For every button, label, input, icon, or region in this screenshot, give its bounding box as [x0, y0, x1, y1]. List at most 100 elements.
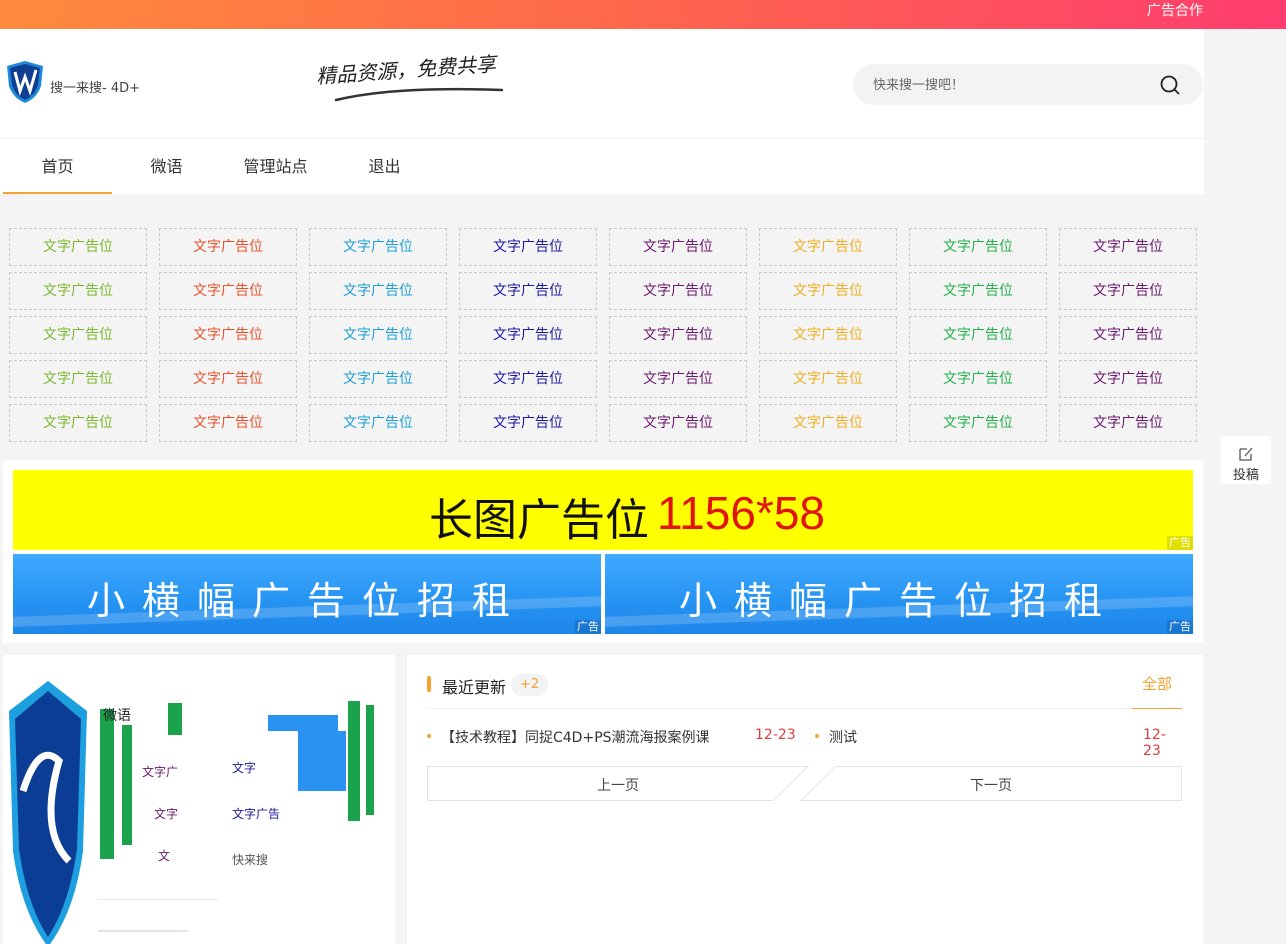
- submit-post-button[interactable]: 投稿: [1221, 436, 1271, 484]
- next-page-button[interactable]: 下一页: [800, 766, 1182, 801]
- text-ad-row: 文字广告位 文字广告位 文字广告位 文字广告位 文字广告位 文字广告位 文字广告位 文字广告位: [9, 272, 1199, 310]
- text-ad-slot[interactable]: 文字广告位: [309, 360, 447, 398]
- text-ad-row: 文字广告位 文字广告位 文字广告位 文字广告位 文字广告位 文字广告位 文字广告位 文字广告位: [9, 316, 1199, 354]
- ad-tag: 广告: [575, 620, 601, 634]
- text-ad-slot[interactable]: 文字广告位: [9, 360, 147, 398]
- header-search-hint: 搜一来搜- 4D+: [50, 81, 140, 96]
- long-banner-size: 1156*58: [657, 487, 825, 539]
- text-ad-slot[interactable]: 文字广告位: [9, 316, 147, 354]
- nav-item-home[interactable]: 首页: [3, 139, 112, 194]
- shield-logo-icon: [9, 681, 87, 944]
- prev-page-button[interactable]: 上一页: [427, 766, 809, 801]
- text-ad-slot[interactable]: 文字广告位: [159, 228, 297, 266]
- text-ad-slot[interactable]: 文字广告位: [309, 316, 447, 354]
- long-banner-ad[interactable]: 长图广告位 1156*58 广告: [13, 470, 1193, 550]
- art-label: 文字: [232, 761, 257, 775]
- text-ad-slot[interactable]: 文字广告位: [909, 404, 1047, 442]
- text-ad-slot[interactable]: 文字广告位: [1059, 228, 1197, 266]
- site-logo-icon[interactable]: [6, 60, 44, 104]
- text-ad-slot[interactable]: 文字广告位: [909, 316, 1047, 354]
- art-label: 文字广告: [232, 807, 281, 821]
- text-ad-slot[interactable]: 文字广告位: [1059, 404, 1197, 442]
- top-bar: 广告合作: [0, 0, 1286, 29]
- text-ad-slot[interactable]: 文字广告位: [159, 360, 297, 398]
- recent-count-badge: +2: [511, 674, 549, 696]
- ad-cooperation-link[interactable]: 广告合作: [1147, 2, 1203, 20]
- text-ad-slot[interactable]: 文字广告位: [609, 272, 747, 310]
- text-ad-slot[interactable]: 文字广告位: [609, 360, 747, 398]
- text-ad-slot[interactable]: 文字广告位: [309, 228, 447, 266]
- text-ad-slot[interactable]: 文字广告位: [759, 228, 897, 266]
- text-ad-slot[interactable]: 文字广告位: [759, 360, 897, 398]
- section-accent-bar: [427, 676, 431, 692]
- text-ad-slot[interactable]: 文字广告位: [609, 228, 747, 266]
- divider: [98, 899, 218, 900]
- prev-page-label: 上一页: [597, 778, 639, 794]
- slogan: 精品资源，免费共享: [312, 52, 512, 114]
- small-banner-text: 小横幅广告位招租: [678, 579, 1119, 623]
- search-icon[interactable]: [1159, 74, 1181, 96]
- nav-item-logout[interactable]: 退出: [330, 139, 439, 194]
- list-item-date: 12-23: [755, 727, 796, 743]
- text-ad-slot[interactable]: 文字广告位: [459, 360, 597, 398]
- bullet-icon: [815, 734, 819, 738]
- ad-tag: 广告: [1167, 620, 1193, 634]
- text-ad-slot[interactable]: 文字广告位: [1059, 316, 1197, 354]
- text-ad-slot[interactable]: 文字广告位: [759, 404, 897, 442]
- ad-tag: 广告: [1167, 536, 1193, 550]
- recent-updates-header: 最近更新 +2 全部: [427, 673, 1182, 709]
- small-banner-text: 小横幅广告位招租: [86, 579, 527, 623]
- text-ad-slot[interactable]: 文字广告位: [9, 272, 147, 310]
- text-ad-row: 文字广告位 文字广告位 文字广告位 文字广告位 文字广告位 文字广告位 文字广告位 文字广告位: [9, 228, 1199, 266]
- list-item-title: 【技术教程】同捉C4D+PS潮流海报案例课: [441, 730, 710, 746]
- text-ad-row: 文字广告位 文字广告位 文字广告位 文字广告位 文字广告位 文字广告位 文字广告位 文字广告位: [9, 360, 1199, 398]
- text-ad-slot[interactable]: 文字广告位: [159, 272, 297, 310]
- slogan-brush-stroke: [334, 87, 504, 102]
- text-ad-slot[interactable]: 文字广告位: [609, 316, 747, 354]
- art-label: 快来搜: [232, 853, 269, 867]
- list-item[interactable]: 【技术教程】同捉C4D+PS潮流海报案例课: [427, 727, 710, 747]
- text-ad-slot[interactable]: 文字广告位: [9, 404, 147, 442]
- view-all-link[interactable]: 全部: [1132, 673, 1182, 709]
- text-ad-slot[interactable]: 文字广告位: [159, 316, 297, 354]
- text-ad-slot[interactable]: 文字广告位: [459, 228, 597, 266]
- next-page-label: 下一页: [970, 778, 1012, 794]
- text-ad-slot[interactable]: 文字广告位: [1059, 272, 1197, 310]
- text-ad-slot[interactable]: 文字广告位: [909, 360, 1047, 398]
- banner-panel: 长图广告位 1156*58 广告 小横幅广告位招租 广告 小横幅广告位招租 广告: [3, 460, 1203, 643]
- art-label: 文: [158, 849, 171, 863]
- bullet-icon: [427, 734, 431, 738]
- long-banner-text: 长图广告位: [429, 495, 649, 546]
- list-item[interactable]: 测试: [815, 727, 857, 747]
- site-header: 搜一来搜- 4D+ 精品资源，免费共享 首页 微语 管理站点 退出: [0, 29, 1204, 194]
- profile-card: 文字广 文字 文字 文字广告 文 快来搜 微语: [3, 655, 395, 944]
- text-ad-slot[interactable]: 文字广告位: [609, 404, 747, 442]
- text-ad-grid: 文字广告位 文字广告位 文字广告位 文字广告位 文字广告位 文字广告位 文字广告位 文字广告位…: [9, 228, 1199, 448]
- nav-item-weiyu[interactable]: 微语: [112, 139, 221, 194]
- text-ad-slot[interactable]: 文字广告位: [759, 272, 897, 310]
- submit-post-label: 投稿: [1232, 468, 1259, 483]
- text-ad-slot[interactable]: 文字广告位: [459, 404, 597, 442]
- text-ad-slot[interactable]: 文字广告位: [309, 404, 447, 442]
- divider: [98, 930, 188, 932]
- text-ad-slot[interactable]: 文字广告位: [159, 404, 297, 442]
- text-ad-slot[interactable]: 文字广告位: [1059, 360, 1197, 398]
- art-label: 文字广: [142, 765, 179, 779]
- text-ad-slot[interactable]: 文字广告位: [9, 228, 147, 266]
- small-banner-ad-1[interactable]: 小横幅广告位招租 广告: [13, 554, 601, 634]
- text-ad-slot[interactable]: 文字广告位: [309, 272, 447, 310]
- text-ad-slot[interactable]: 文字广告位: [459, 272, 597, 310]
- list-item-title: 测试: [829, 730, 857, 746]
- text-ad-slot[interactable]: 文字广告位: [909, 272, 1047, 310]
- art-label: 文字: [154, 807, 179, 821]
- text-ad-slot[interactable]: 文字广告位: [759, 316, 897, 354]
- nav-item-manage[interactable]: 管理站点: [221, 139, 330, 194]
- small-banner-ad-2[interactable]: 小横幅广告位招租 广告: [605, 554, 1193, 634]
- weiyu-label: 微语: [103, 708, 131, 724]
- sticker-artwork: 文字广 文字 文字 文字广告 文 快来搜: [98, 695, 380, 875]
- main-nav: 首页 微语 管理站点 退出: [3, 139, 439, 194]
- text-ad-slot[interactable]: 文字广告位: [909, 228, 1047, 266]
- text-ad-slot[interactable]: 文字广告位: [459, 316, 597, 354]
- search-input[interactable]: [873, 74, 1133, 96]
- list-item-date: 12-23: [1143, 727, 1166, 759]
